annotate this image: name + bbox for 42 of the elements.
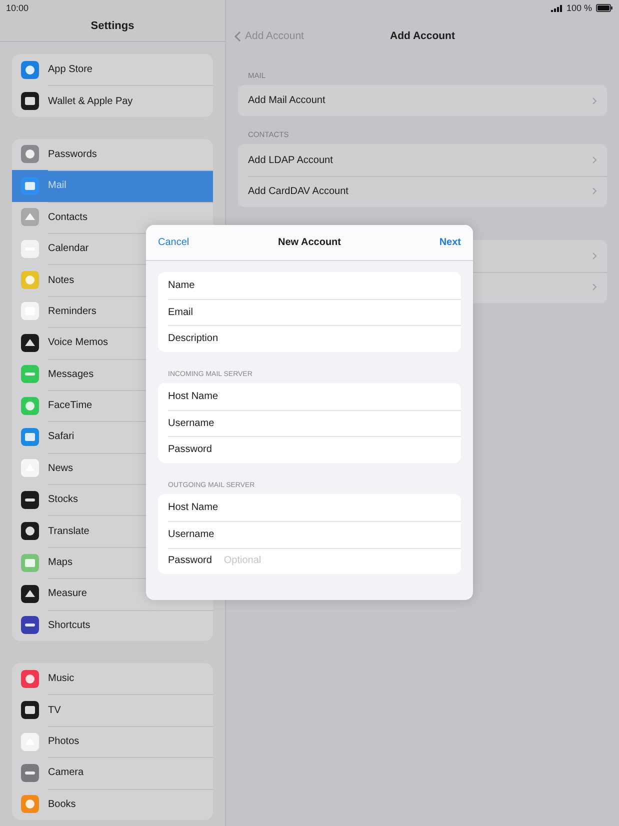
- field-label: Username: [168, 528, 214, 540]
- sidebar-title: Settings: [90, 20, 134, 32]
- sidebar-item[interactable]: App Store: [12, 54, 213, 86]
- list-row[interactable]: Add Mail Account: [238, 85, 607, 116]
- page-title: Add Account: [390, 30, 455, 42]
- field-label: Password: [168, 444, 212, 456]
- battery-icon: [596, 4, 613, 12]
- back-chevron-icon: [234, 30, 241, 42]
- chevron-icon: [592, 187, 597, 196]
- next-button[interactable]: Next: [439, 237, 461, 248]
- sidebar-item[interactable]: Measure: [12, 578, 213, 610]
- input-field[interactable]: Optional: [224, 555, 451, 566]
- chevron-icon: [592, 283, 597, 292]
- field-label: Host Name: [168, 502, 218, 513]
- field-label: Name: [168, 280, 195, 291]
- field-label: Username: [168, 418, 214, 429]
- sidebar-item[interactable]: Wallet & Apple Pay: [12, 85, 213, 117]
- clock: 10:00: [6, 3, 29, 13]
- sidebar-item[interactable]: Shortcuts: [12, 610, 213, 642]
- sidebar-item[interactable]: Books: [12, 788, 213, 820]
- sidebar-item[interactable]: Music: [12, 663, 213, 694]
- field-label: Description: [168, 333, 218, 344]
- sidebar-item[interactable]: Photos: [12, 726, 213, 758]
- sidebar-item[interactable]: TV: [12, 694, 213, 726]
- battery-percentage: 100 %: [566, 3, 592, 13]
- field-label: Host Name: [168, 390, 218, 402]
- row-label: Add CardDAV Account: [248, 186, 348, 197]
- chevron-icon: [592, 252, 597, 260]
- list-row[interactable]: Add LDAP Account: [238, 144, 607, 176]
- row-label: Add LDAP Account: [248, 154, 333, 166]
- field-label: Email: [168, 306, 194, 318]
- cancel-button[interactable]: Cancel: [158, 237, 190, 248]
- chevron-icon: [592, 156, 597, 164]
- field-label: Password: [168, 555, 212, 566]
- dialog-title: New Account: [278, 237, 341, 248]
- signal-icon: [551, 4, 562, 12]
- chevron-icon: [592, 96, 597, 105]
- sidebar-item[interactable]: Contacts: [12, 202, 213, 233]
- sidebar-item[interactable]: Camera: [12, 757, 213, 789]
- list-row[interactable]: Add CardDAV Account: [238, 176, 607, 208]
- row-label: Add Mail Account: [248, 95, 326, 106]
- sidebar-item[interactable]: Passwords: [12, 138, 213, 170]
